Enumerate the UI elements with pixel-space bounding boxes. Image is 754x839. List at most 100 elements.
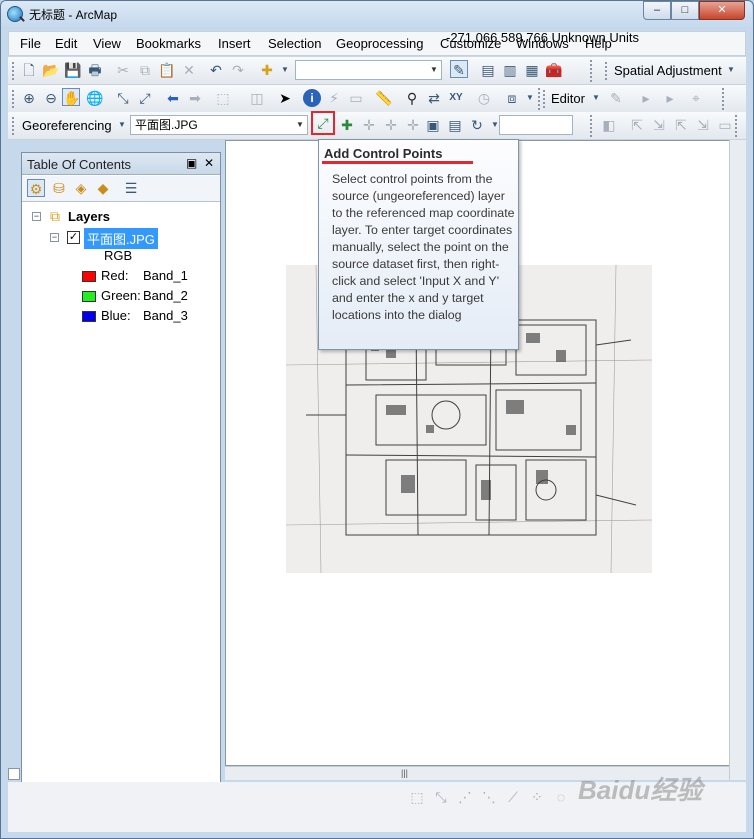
select-link-icon[interactable]: ✚ — [338, 116, 356, 134]
viewer-dropdown-icon[interactable]: ▼ — [521, 89, 539, 107]
zoom-to-selected-link-icon[interactable]: ✛ — [360, 116, 378, 134]
delete-icon[interactable]: ✕ — [180, 61, 198, 79]
split-icon[interactable]: ⌖ — [687, 89, 705, 107]
hyperlink-icon[interactable]: ⚡ — [325, 89, 343, 107]
multi-displacement-link-icon[interactable]: ⇱ — [672, 116, 690, 134]
pan-hand-icon[interactable]: ✋ — [62, 88, 80, 106]
toolbar-grip[interactable] — [12, 117, 16, 135]
arctoolbox-icon[interactable]: 🧰 — [545, 61, 563, 79]
toc-options-icon[interactable]: ☰ — [122, 179, 140, 197]
toolbar-grip[interactable] — [12, 90, 16, 108]
edit-vertices-icon[interactable]: ▸ — [637, 89, 655, 107]
go-to-xy-icon[interactable]: XY — [447, 89, 465, 107]
menu-insert[interactable]: Insert — [218, 36, 251, 51]
vertical-scrollbar[interactable] — [729, 140, 746, 780]
back-arrow-icon[interactable]: ⬅ — [164, 89, 182, 107]
full-extent-globe-icon[interactable]: 🌐 — [86, 89, 104, 107]
spatial-adjustment-dropdown-icon[interactable]: ▼ — [722, 61, 740, 79]
reshape-icon[interactable]: ▸ — [661, 89, 679, 107]
spatial-adjustment-menu[interactable]: Spatial Adjustment — [614, 63, 722, 78]
editor-toolbar-toggle-icon[interactable]: ✎ — [450, 60, 468, 78]
toolbar-grip[interactable] — [543, 90, 547, 108]
add-data-icon[interactable]: ✚ — [258, 61, 276, 79]
layer-name[interactable]: 平面图.JPG — [84, 228, 158, 249]
minimize-button[interactable]: – — [643, 1, 671, 20]
list-by-drawing-order-icon[interactable]: ⚙ — [27, 179, 45, 197]
chevron-down-icon[interactable]: ▼ — [293, 116, 307, 134]
list-by-source-icon[interactable]: ⛁ — [50, 179, 68, 197]
table-of-contents-icon[interactable]: ▤ — [479, 61, 497, 79]
chevron-down-icon[interactable]: ▼ — [427, 61, 441, 79]
spatial-adjust-vertex-icon[interactable]: ⋰ — [456, 788, 474, 806]
toolbar-grip[interactable] — [12, 62, 16, 80]
cut-icon[interactable]: ✂ — [114, 61, 132, 79]
spatial-adjust-node-icon[interactable]: ⋱ — [480, 788, 498, 806]
toc-pin-icon[interactable]: ▣ — [186, 156, 197, 170]
fixed-zoom-in-icon[interactable]: ⤡ — [114, 89, 132, 107]
menu-edit[interactable]: Edit — [55, 36, 77, 51]
edit-tool-icon[interactable]: ✎ — [607, 89, 625, 107]
create-viewer-window-icon[interactable]: ⧈ — [503, 89, 521, 107]
identify-icon[interactable]: i — [303, 89, 321, 107]
paste-icon[interactable]: 📋 — [158, 61, 176, 79]
spatial-adjust-edge-icon[interactable]: ⟋ — [504, 788, 522, 806]
save-icon[interactable]: 💾 — [64, 61, 82, 79]
time-slider-icon[interactable]: ◷ — [475, 89, 493, 107]
find-binoculars-icon[interactable]: ⚲ — [403, 89, 421, 107]
print-icon[interactable]: 🖶 — [86, 61, 104, 79]
menu-geoprocessing[interactable]: Geoprocessing — [336, 36, 423, 51]
view-link-table-icon[interactable]: ▤ — [446, 116, 464, 134]
editor-dropdown-icon[interactable]: ▼ — [587, 89, 605, 107]
select-elements-pointer-icon[interactable]: ➤ — [276, 89, 294, 107]
menu-selection[interactable]: Selection — [268, 36, 321, 51]
spatial-adjust-points-icon[interactable]: ⁘ — [528, 788, 546, 806]
scroll-thumb-grip-icon[interactable]: ||| — [401, 768, 408, 778]
georeferencing-dropdown-icon[interactable]: ▼ — [113, 116, 131, 134]
spatial-adjust-edit-icon[interactable]: ⤡ — [432, 788, 450, 806]
collapse-layers-icon[interactable]: − — [32, 212, 41, 221]
list-by-visibility-icon[interactable]: ◈ — [72, 179, 90, 197]
collapse-layer-icon[interactable]: − — [50, 233, 59, 242]
spatial-adjust-circle-icon[interactable]: ◌ — [552, 788, 570, 806]
menu-file[interactable]: File — [20, 36, 41, 51]
redo-icon[interactable]: ↷ — [229, 61, 247, 79]
georeferencing-menu[interactable]: Georeferencing — [22, 118, 112, 133]
toolbar-grip[interactable] — [590, 60, 594, 82]
measure-icon[interactable]: 📏 — [375, 89, 393, 107]
new-displacement-link-icon[interactable]: ⇱ — [628, 116, 646, 134]
open-folder-icon[interactable]: 📂 — [42, 61, 60, 79]
select-features-icon[interactable]: ⬚ — [214, 89, 232, 107]
forward-arrow-icon[interactable]: ➡ — [186, 89, 204, 107]
toolbar-grip[interactable] — [605, 62, 609, 80]
toolbar-grip[interactable] — [722, 88, 726, 110]
fixed-zoom-out-icon[interactable]: ⤢ — [136, 89, 154, 107]
maximize-button[interactable]: □ — [671, 1, 699, 20]
spatial-adjust-select-icon[interactable]: ◧ — [600, 116, 618, 134]
zoom-in-icon[interactable]: ⊕ — [20, 89, 38, 107]
delete-link-icon[interactable]: ✛ — [382, 116, 400, 134]
viewer-icon[interactable]: ▣ — [424, 116, 442, 134]
rotation-value-input[interactable] — [499, 115, 573, 135]
toolbar-grip[interactable] — [735, 115, 739, 137]
new-document-icon[interactable]: 🗋 — [20, 61, 38, 79]
close-button[interactable]: ✕ — [699, 1, 745, 20]
copy-icon[interactable]: ⧉ — [136, 61, 154, 79]
catalog-icon[interactable]: ▥ — [501, 61, 519, 79]
add-control-points-icon[interactable]: ⤢ — [311, 111, 335, 135]
toolbar-grip[interactable] — [590, 115, 594, 137]
list-by-selection-icon[interactable]: ◆ — [94, 179, 112, 197]
layer-visibility-checkbox[interactable]: ✓ — [67, 231, 80, 244]
modify-link-icon[interactable]: ⇲ — [650, 116, 668, 134]
zoom-out-icon[interactable]: ⊖ — [42, 89, 60, 107]
map-scale-combo[interactable]: ▼ — [295, 60, 442, 80]
layout-view-icon[interactable] — [8, 768, 20, 780]
add-data-dropdown-icon[interactable]: ▼ — [276, 61, 294, 79]
layers-group-label[interactable]: Layers — [68, 209, 110, 224]
editor-menu[interactable]: Editor — [551, 91, 585, 106]
spatial-adjust-link-icon[interactable]: ⬚ — [408, 788, 426, 806]
find-route-icon[interactable]: ⇄ — [425, 89, 443, 107]
identity-link-icon[interactable]: ⇲ — [694, 116, 712, 134]
undo-icon[interactable]: ↶ — [207, 61, 225, 79]
toolbar-grip[interactable] — [538, 88, 542, 110]
toc-close-icon[interactable]: ✕ — [204, 156, 214, 170]
